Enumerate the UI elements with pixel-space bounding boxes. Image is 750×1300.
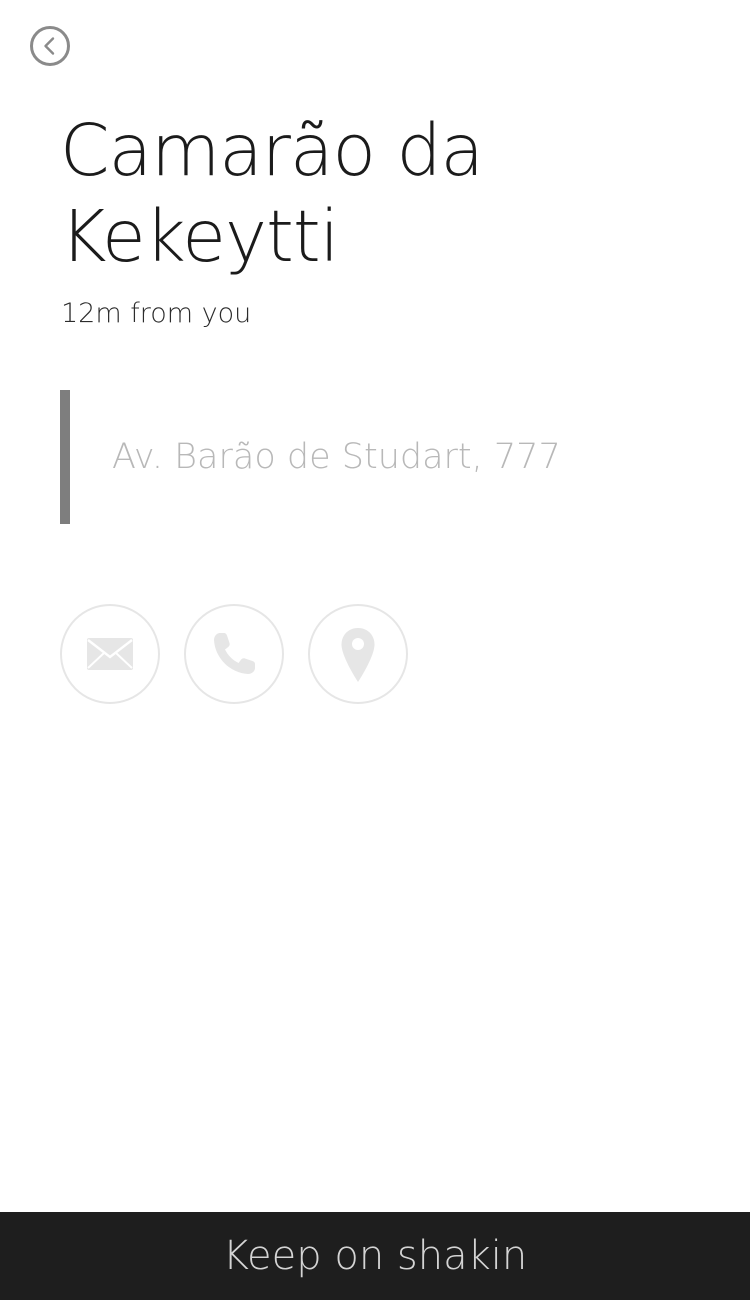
keep-shaking-button[interactable]: Keep on shakin <box>0 1212 750 1300</box>
address-text: Av. Barão de Studart, 777 <box>112 437 561 477</box>
distance-text: 12m from you <box>61 298 252 329</box>
address-accent-bar <box>60 390 70 524</box>
back-button[interactable] <box>29 25 71 67</box>
email-button[interactable] <box>60 604 160 704</box>
map-button[interactable] <box>308 604 408 704</box>
phone-button[interactable] <box>184 604 284 704</box>
map-pin-icon <box>341 628 375 682</box>
back-arrow-icon <box>30 26 70 66</box>
keep-shaking-label: Keep on shakin <box>222 1233 528 1279</box>
envelope-icon <box>87 638 133 670</box>
phone-icon <box>214 633 255 674</box>
address-block: Av. Barão de Studart, 777 <box>60 390 700 524</box>
place-detail-screen: Camarão da Kekeytti 12m from you Av. Bar… <box>0 0 750 1300</box>
place-name: Camarão da Kekeytti <box>60 109 484 278</box>
